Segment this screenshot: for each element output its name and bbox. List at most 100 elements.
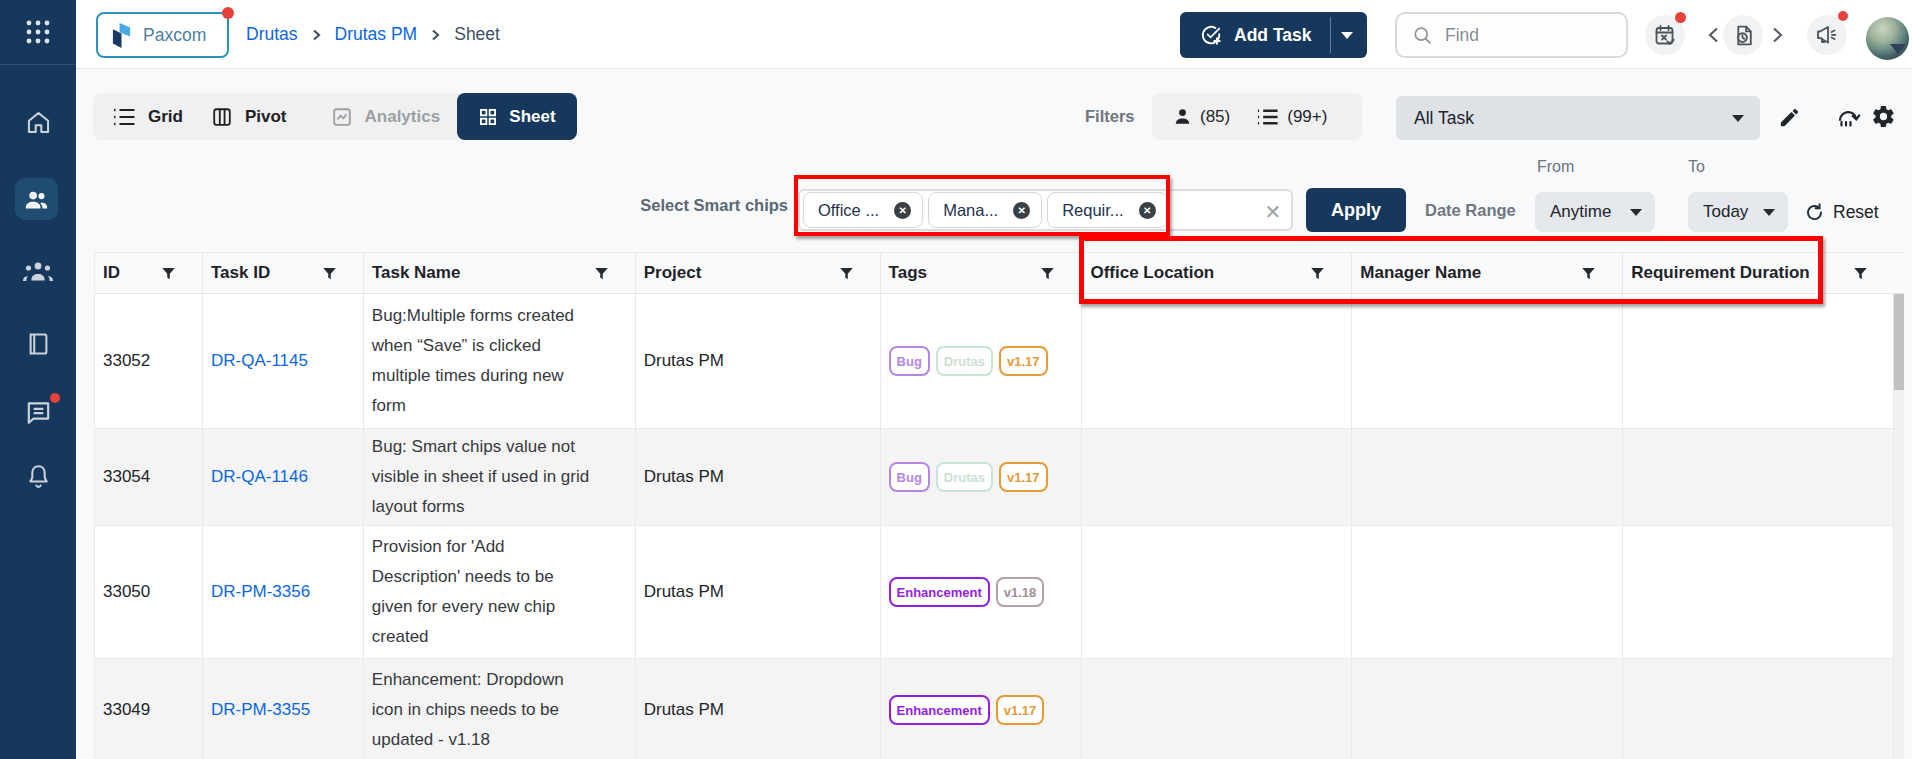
from-select[interactable]: Anytime: [1535, 192, 1655, 232]
column-header-task-name[interactable]: Task Name: [364, 253, 636, 293]
calendar-button[interactable]: [1645, 15, 1685, 55]
cell-office-location: [1082, 526, 1352, 658]
sidebar: [0, 0, 76, 759]
avatar-dropdown-caret[interactable]: [1890, 44, 1906, 54]
analytics-view-icon: [331, 106, 353, 128]
apply-button[interactable]: Apply: [1306, 188, 1406, 232]
add-task-button[interactable]: Add Task: [1180, 12, 1367, 58]
tab-analytics-label: Analytics: [365, 107, 441, 127]
tab-analytics[interactable]: Analytics: [331, 106, 441, 128]
settings-button[interactable]: [1871, 104, 1896, 129]
filter-funnel-icon[interactable]: [322, 266, 337, 281]
breadcrumb: Drutas Drutas PM Sheet: [246, 0, 500, 69]
breadcrumb-project[interactable]: Drutas: [246, 24, 298, 45]
to-select[interactable]: Today: [1688, 192, 1788, 232]
task-table: ID Task ID Task Name Project Tags Office…: [94, 252, 1894, 759]
cell-manager-name: [1352, 429, 1623, 525]
table-row[interactable]: 33054 DR-QA-1146 Bug: Smart chips value …: [95, 429, 1894, 526]
list-icon[interactable]: [1256, 107, 1279, 127]
cell-id: 33049: [95, 659, 203, 759]
annotation-box-columns: [1079, 236, 1823, 304]
view-switcher: Grid Pivot Analytics Sheet: [93, 93, 577, 140]
cell-office-location: [1082, 429, 1352, 525]
assignee-count: (85): [1200, 107, 1230, 127]
find-input[interactable]: [1445, 25, 1595, 46]
cell-task-name: Enhancement: Dropdown icon in chips need…: [364, 659, 636, 759]
table-row[interactable]: 33049 DR-PM-3355 Enhancement: Dropdown i…: [95, 659, 1894, 759]
column-header-tags[interactable]: Tags: [881, 253, 1083, 293]
task-view-select[interactable]: All Task: [1396, 96, 1760, 140]
time-tracking-button[interactable]: [1723, 15, 1763, 55]
cell-id: 33050: [95, 526, 203, 658]
task-link[interactable]: DR-PM-3356: [211, 582, 310, 602]
top-header: Paxcom Drutas Drutas PM Sheet Add Task: [76, 0, 1912, 69]
tag-badge: Enhancement: [889, 577, 990, 607]
filter-funnel-icon[interactable]: [1853, 266, 1868, 281]
filters-label: Filters: [1085, 93, 1135, 140]
filter-funnel-icon[interactable]: [594, 266, 609, 281]
cell-manager-name: [1352, 659, 1623, 759]
person-icon[interactable]: [1173, 107, 1192, 126]
tab-pivot[interactable]: Pivot: [211, 106, 287, 128]
announcements-button[interactable]: [1807, 15, 1847, 55]
pivot-view-icon: [211, 106, 233, 128]
edit-view-button[interactable]: [1778, 106, 1801, 129]
date-range-label: Date Range: [1425, 188, 1516, 232]
filter-funnel-icon[interactable]: [161, 266, 176, 281]
workspace-button[interactable]: Paxcom: [96, 12, 229, 58]
clear-chips-icon[interactable]: ✕: [1260, 199, 1286, 225]
tab-pivot-label: Pivot: [245, 107, 287, 127]
reset-button[interactable]: Reset: [1804, 192, 1879, 232]
apps-grid-icon[interactable]: [0, 19, 76, 45]
people-icon: [23, 186, 50, 213]
task-link[interactable]: DR-QA-1145: [211, 351, 308, 371]
cell-task-name: Bug:Multiple forms created when “Save” i…: [364, 294, 636, 428]
table-row[interactable]: 33050 DR-PM-3356 Provision for 'Add Desc…: [95, 526, 1894, 659]
chevron-left-icon[interactable]: [1706, 26, 1721, 44]
from-label: From: [1537, 158, 1574, 176]
sidebar-item-docs[interactable]: [0, 330, 76, 358]
column-header-project[interactable]: Project: [636, 253, 881, 293]
sidebar-item-members[interactable]: [15, 178, 58, 220]
sidebar-divider: [0, 64, 76, 65]
add-task-dropdown-caret[interactable]: [1341, 32, 1353, 39]
tab-sheet[interactable]: Sheet: [457, 93, 577, 140]
find-search[interactable]: [1395, 12, 1628, 58]
sidebar-item-chat[interactable]: [0, 398, 76, 427]
cell-task-name: Bug: Smart chips value not visible in sh…: [364, 429, 636, 525]
filter-funnel-icon[interactable]: [839, 266, 854, 281]
cell-requirement-duration: [1623, 659, 1894, 759]
scrollbar-thumb[interactable]: [1894, 294, 1904, 390]
chat-notification-dot: [50, 393, 60, 403]
table-row[interactable]: 33052 DR-QA-1145 Bug:Multiple forms crea…: [95, 294, 1894, 429]
announcements-notification-dot: [1838, 11, 1848, 21]
select-caret-icon: [1630, 209, 1642, 216]
document-clock-icon: [1731, 23, 1756, 48]
task-link[interactable]: DR-QA-1146: [211, 467, 308, 487]
grid-view-icon: [112, 107, 136, 127]
tag-badge: Bug: [889, 462, 930, 492]
cell-task-id: DR-PM-3355: [203, 659, 364, 759]
home-icon: [25, 109, 52, 136]
tab-grid[interactable]: Grid: [112, 107, 183, 127]
scrollbar-header-stub: [1894, 252, 1904, 294]
column-header-task-id[interactable]: Task ID: [203, 253, 364, 293]
paxcom-logo-icon: [111, 22, 132, 49]
cell-task-id: DR-QA-1145: [203, 294, 364, 428]
cell-id: 33052: [95, 294, 203, 428]
cell-tags: Enhancement v1.17: [881, 659, 1083, 759]
sidebar-item-notifications[interactable]: [0, 462, 76, 492]
sidebar-item-teams[interactable]: [0, 259, 76, 285]
filter-funnel-icon[interactable]: [1040, 266, 1055, 281]
sync-button[interactable]: [1835, 105, 1861, 130]
column-header-id[interactable]: ID: [95, 253, 203, 293]
task-link[interactable]: DR-PM-3355: [211, 700, 310, 720]
cell-tags: Bug Drutas v1.17: [881, 294, 1083, 428]
breadcrumb-board[interactable]: Drutas PM: [335, 24, 418, 45]
reset-icon: [1804, 202, 1825, 223]
sidebar-item-home[interactable]: [0, 109, 76, 136]
bell-icon: [25, 462, 52, 492]
vertical-scrollbar[interactable]: [1894, 294, 1904, 759]
chevron-right-nav-icon[interactable]: [1770, 26, 1785, 44]
cell-tags: Bug Drutas v1.17: [881, 429, 1083, 525]
